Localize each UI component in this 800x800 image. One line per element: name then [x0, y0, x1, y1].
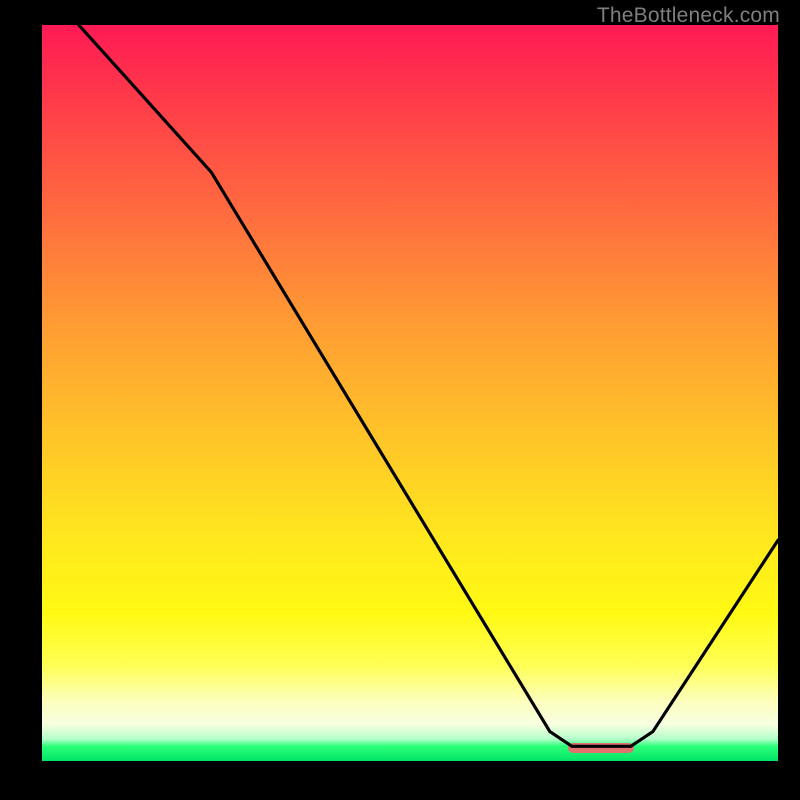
chart-frame: TheBottleneck.com: [0, 0, 800, 800]
plot-area: [38, 25, 778, 765]
curve-line: [42, 25, 778, 761]
curve-path: [42, 25, 778, 746]
